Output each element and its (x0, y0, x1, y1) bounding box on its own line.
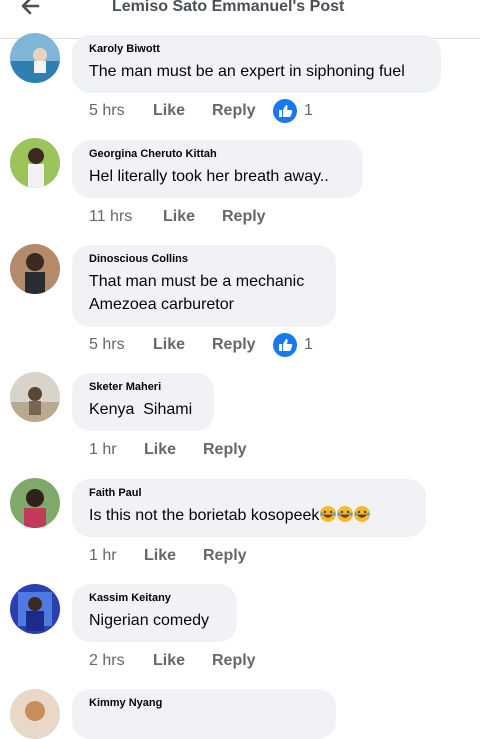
comment-time[interactable]: 1 hr (89, 441, 117, 459)
comment-bubble: Kassim Keitany Nigerian comedy (72, 584, 237, 642)
comment-text: Nigerian comedy (89, 612, 210, 629)
like-button[interactable]: Like (153, 652, 185, 670)
reaction-count[interactable]: 1 (304, 102, 313, 120)
avatar[interactable] (10, 584, 60, 634)
like-button[interactable]: Like (163, 208, 195, 226)
comment-bubble: Dinoscious Collins That man must be a me… (72, 245, 336, 327)
comment-time[interactable]: 5 hrs (89, 102, 125, 120)
comment-author[interactable]: Sketer Maheri (89, 381, 198, 393)
laughing-crying-emoji-icon (320, 506, 337, 522)
comment-bubble: Faith Paul Is this not the borietab koso… (72, 479, 426, 537)
back-arrow-icon[interactable] (18, 0, 42, 18)
like-icon[interactable] (273, 99, 297, 123)
like-button[interactable]: Like (144, 441, 176, 459)
comment-text-content: Is this not the borietab kosopeek (89, 507, 320, 524)
reaction-count[interactable]: 1 (304, 336, 313, 354)
comment-author[interactable]: Dinoscious Collins (89, 253, 320, 265)
reply-button[interactable]: Reply (203, 441, 247, 459)
comment-bubble: Georgina Cheruto Kittah Hel literally to… (72, 140, 363, 198)
post-header: Lemiso Sato Emmanuel's Post (0, 0, 480, 39)
comment-author[interactable]: Kimmy Nyang (89, 697, 320, 709)
reply-button[interactable]: Reply (212, 102, 256, 120)
laughing-crying-emoji-icon (354, 506, 371, 522)
comment-author[interactable]: Kassim Keitany (89, 592, 221, 604)
comment-time[interactable]: 1 hr (89, 547, 117, 565)
reply-button[interactable]: Reply (212, 652, 256, 670)
comment-time[interactable]: 5 hrs (89, 336, 125, 354)
comment-bubble: Kimmy Nyang (72, 689, 336, 739)
reply-button[interactable]: Reply (203, 547, 247, 565)
like-button[interactable]: Like (153, 102, 185, 120)
comment-text: Hel literally took her breath away.. (89, 168, 329, 185)
avatar[interactable] (10, 372, 60, 422)
comment-text: That man must be a mechanic Amezoea carb… (89, 273, 305, 313)
like-button[interactable]: Like (153, 336, 185, 354)
reply-button[interactable]: Reply (222, 208, 266, 226)
comment-time[interactable]: 11 hrs (89, 208, 132, 226)
comment-text: Is this not the borietab kosopeek (89, 504, 410, 527)
comment-bubble: Sketer Maheri Kenya Sihami (72, 373, 214, 431)
comment-author[interactable]: Georgina Cheruto Kittah (89, 148, 347, 160)
avatar[interactable] (10, 138, 60, 188)
comment-time[interactable]: 2 hrs (89, 652, 125, 670)
comment-text: The man must be an expert in siphoning f… (89, 63, 405, 80)
avatar[interactable] (10, 33, 60, 83)
comment-text: Kenya Sihami (89, 401, 193, 418)
comment-author[interactable]: Karoly Biwott (89, 43, 425, 55)
reply-button[interactable]: Reply (212, 336, 256, 354)
comment-bubble: Karoly Biwott The man must be an expert … (72, 35, 441, 93)
avatar[interactable] (10, 244, 60, 294)
laughing-crying-emoji-icon (337, 506, 354, 522)
page-title: Lemiso Sato Emmanuel's Post (112, 0, 345, 15)
like-icon[interactable] (273, 333, 297, 357)
like-button[interactable]: Like (144, 547, 176, 565)
avatar[interactable] (10, 689, 60, 739)
comment-author[interactable]: Faith Paul (89, 487, 410, 499)
avatar[interactable] (10, 478, 60, 528)
